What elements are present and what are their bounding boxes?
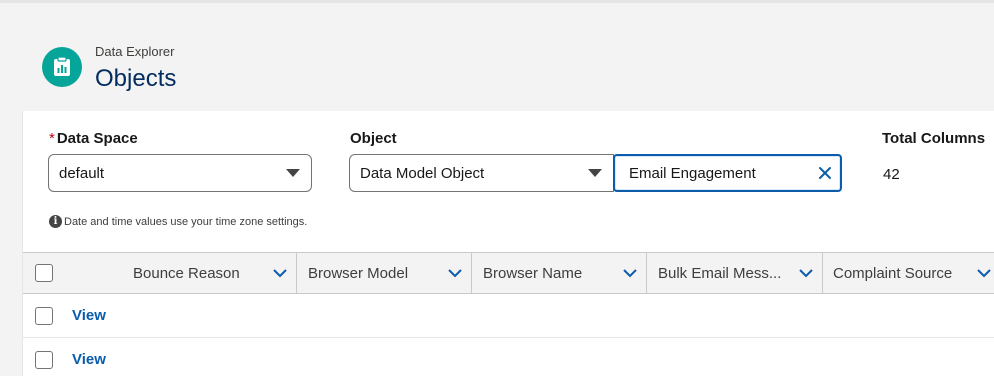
data-table: Bounce Reason Browser Model Browser Name… [23, 252, 994, 376]
table-header: Bounce Reason Browser Model Browser Name… [23, 252, 994, 294]
chevron-down-icon[interactable] [439, 268, 471, 278]
data-space-label-text: Data Space [56, 130, 138, 147]
data-space-value: default [59, 164, 105, 182]
object-type-select[interactable]: Data Model Object [349, 154, 614, 192]
object-search-input[interactable]: Email Engagement [613, 154, 842, 192]
table-row: View [23, 294, 994, 338]
select-all-cell [23, 253, 121, 293]
chevron-down-icon[interactable] [264, 268, 296, 278]
column-header-browser-name[interactable]: Browser Name [472, 253, 647, 293]
clear-icon[interactable] [810, 166, 840, 180]
window-top-border [0, 0, 994, 3]
header-eyebrow: Data Explorer [95, 44, 175, 59]
chevron-down-icon[interactable] [614, 268, 646, 278]
explorer-card: * Data Space default Object Data Model Ob… [22, 111, 994, 376]
timezone-note: i Date and time values use your time zon… [49, 215, 307, 228]
select-all-checkbox[interactable] [35, 264, 53, 282]
column-header-bounce-reason[interactable]: Bounce Reason [121, 253, 297, 293]
data-space-label: * Data Space [49, 130, 138, 147]
column-header-label: Bulk Email Mess... [658, 264, 782, 282]
table-row: View [23, 338, 994, 376]
view-link[interactable]: View [72, 307, 106, 324]
object-type-value: Data Model Object [360, 164, 485, 182]
required-marker: * [49, 130, 55, 147]
info-icon: i [49, 215, 62, 228]
row-checkbox[interactable] [35, 307, 53, 325]
view-link[interactable]: View [72, 351, 106, 368]
object-label: Object [350, 130, 397, 147]
dropdown-caret-icon [588, 169, 602, 177]
chevron-down-icon[interactable] [790, 268, 822, 278]
column-header-label: Complaint Source [833, 264, 953, 282]
chevron-down-icon[interactable] [973, 268, 994, 278]
object-search-value: Email Engagement [629, 164, 756, 182]
column-header-bulk-email-message[interactable]: Bulk Email Mess... [647, 253, 823, 293]
column-header-label: Bounce Reason [133, 264, 240, 282]
dropdown-caret-icon [286, 169, 300, 177]
column-header-complaint-source[interactable]: Complaint Source [823, 253, 994, 293]
timezone-note-text: Date and time values use your time zone … [64, 215, 308, 228]
row-checkbox[interactable] [35, 351, 53, 369]
total-columns-label: Total Columns [882, 130, 986, 147]
column-header-browser-model[interactable]: Browser Model [297, 253, 472, 293]
total-columns-value: 42 [883, 166, 900, 183]
data-space-select[interactable]: default [48, 154, 312, 192]
report-icon [42, 47, 82, 87]
column-header-label: Browser Name [483, 264, 583, 282]
page-title: Objects [95, 65, 177, 92]
column-header-label: Browser Model [308, 264, 409, 282]
